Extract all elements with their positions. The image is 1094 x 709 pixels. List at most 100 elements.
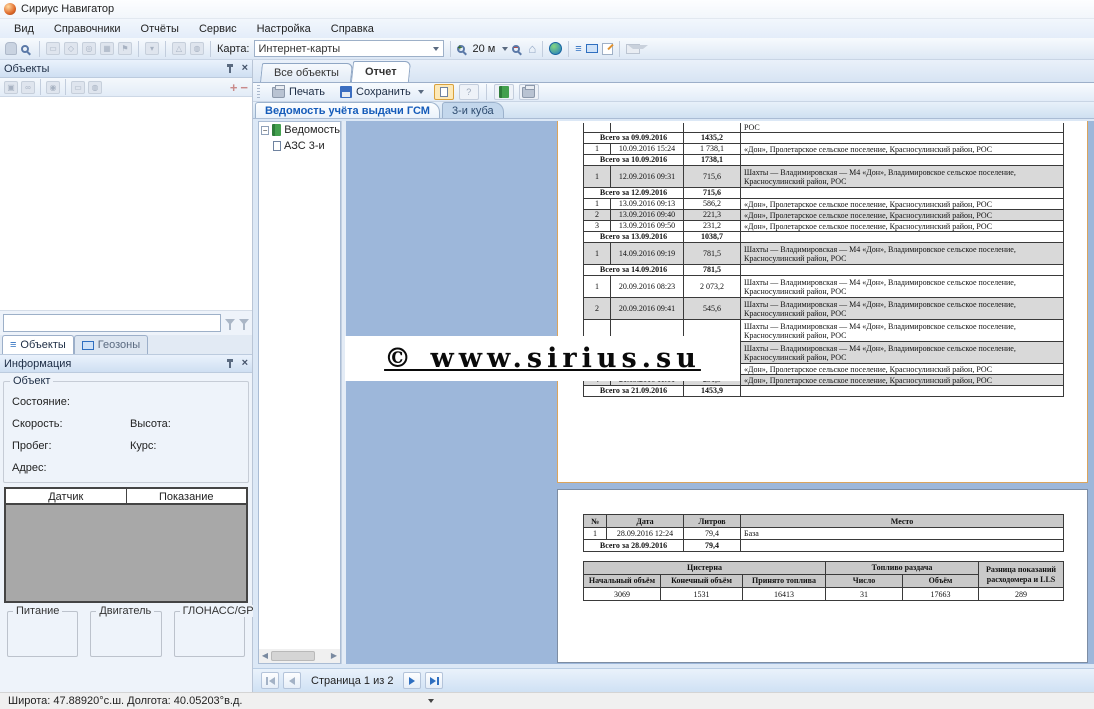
globe-search-icon[interactable]: ◉ xyxy=(46,81,60,94)
scroll-thumb[interactable] xyxy=(271,651,315,661)
cell: 781,5 xyxy=(684,265,741,276)
measure-icon[interactable]: △ xyxy=(172,42,186,55)
geozone-icon[interactable] xyxy=(586,44,598,53)
toolbar-separator xyxy=(40,79,41,95)
tree-item-vedomost[interactable]: − Ведомость xyxy=(259,122,340,138)
mail-icon[interactable] xyxy=(626,44,640,54)
cell: «Дон», Пролетарское сельское поселение, … xyxy=(741,364,1064,375)
menu-service[interactable]: Сервис xyxy=(189,21,247,37)
cell: 586,2 xyxy=(684,199,741,210)
toolbar-separator xyxy=(165,41,166,57)
menu-view[interactable]: Вид xyxy=(4,21,44,37)
objects-tabs: ≡ Объекты Геозоны xyxy=(0,335,252,355)
edit-note-icon[interactable] xyxy=(602,43,613,55)
cell xyxy=(741,386,1064,397)
zoom-out-icon[interactable] xyxy=(512,45,520,53)
print-preview-toggle[interactable] xyxy=(519,84,539,100)
cell: Шахты — Владимировская — М4 «Дон», Влади… xyxy=(741,276,1064,298)
total-row: Всего за 09.09.20161435,2 xyxy=(584,133,1064,144)
save-button[interactable]: Сохранить xyxy=(335,85,429,99)
summary-table: Цистерна Топливо раздача Разница показан… xyxy=(583,561,1064,601)
col-header: Принято топлива xyxy=(743,575,826,588)
select-route-icon[interactable]: ⚑ xyxy=(118,42,132,55)
watermark: © www.sirius.su xyxy=(345,336,740,381)
report-viewer[interactable]: РОСВсего за 09.09.20161435,2110.09.2016 … xyxy=(346,121,1094,664)
objects-filter-input[interactable] xyxy=(3,314,221,332)
cell: Шахты — Владимировская — М4 «Дон», Влади… xyxy=(741,298,1064,320)
map-scale-value[interactable]: 20 м xyxy=(473,43,496,55)
statusbar-dropdown-icon[interactable] xyxy=(428,699,434,703)
scroll-left-icon[interactable]: ◀ xyxy=(259,650,271,662)
map-provider-value: Интернет-карты xyxy=(259,43,341,55)
toolbar-separator xyxy=(486,84,487,100)
truck-icon[interactable]: ▭ xyxy=(71,81,85,94)
close-icon[interactable]: × xyxy=(242,63,248,74)
doc-tab-vedomost[interactable]: Ведомость учёта выдачи ГСМ xyxy=(255,102,440,118)
cell: 10.09.2016 15:24 xyxy=(611,144,684,155)
select-circle-icon[interactable]: ◎ xyxy=(82,42,96,55)
cell: 2 xyxy=(584,210,611,221)
tab-objects[interactable]: ≡ Объекты xyxy=(2,335,74,354)
menu-directories[interactable]: Справочники xyxy=(44,21,131,37)
report-tree-toggle[interactable] xyxy=(494,84,514,100)
help-toggle[interactable]: ? xyxy=(459,84,479,100)
doc-tab-vedomost-label: Ведомость учёта выдачи ГСМ xyxy=(265,105,430,117)
cell: 14.09.2016 09:19 xyxy=(611,243,684,265)
scale-dropdown-icon[interactable] xyxy=(502,47,508,51)
pan-tool-icon[interactable] xyxy=(5,42,17,55)
globe-icon[interactable] xyxy=(549,42,562,55)
cell xyxy=(741,188,1064,199)
book-icon xyxy=(272,124,281,136)
doc-tab-kuba[interactable]: 3-и куба xyxy=(442,102,504,118)
power-label: Питание xyxy=(13,605,62,617)
cell: 20.09.2016 09:41 xyxy=(611,298,684,320)
tab-all-objects[interactable]: Все объекты xyxy=(260,63,353,82)
objects-list[interactable] xyxy=(0,97,252,311)
add-object-icon[interactable]: + xyxy=(230,81,238,94)
pin-icon[interactable] xyxy=(226,64,234,73)
last-page-button[interactable] xyxy=(425,672,443,689)
print-button[interactable]: Печать xyxy=(267,85,330,99)
cell: «Дон», Пролетарское сельское поселение, … xyxy=(741,210,1064,221)
select-polygon-icon[interactable]: ◇ xyxy=(64,42,78,55)
link-icon[interactable]: ∞ xyxy=(21,81,35,94)
zoom-select-icon[interactable] xyxy=(21,45,29,53)
object-list-icon[interactable]: ≡ xyxy=(575,43,581,55)
cell xyxy=(741,265,1064,276)
watermark-text: © www.sirius.su xyxy=(384,343,701,374)
layers-dropdown-icon[interactable]: ▾ xyxy=(145,42,159,55)
first-page-button[interactable] xyxy=(261,672,279,689)
zoom-in-icon[interactable] xyxy=(457,45,465,53)
tree-hscrollbar[interactable]: ◀ ▶ xyxy=(259,649,340,663)
menu-help[interactable]: Справка xyxy=(321,21,384,37)
home-icon[interactable]: ⌂ xyxy=(528,42,536,55)
map-provider-select[interactable]: Интернет-карты xyxy=(254,40,444,57)
select-area-icon[interactable]: ▦ xyxy=(100,42,114,55)
globe-gray-icon[interactable]: ◍ xyxy=(88,81,102,94)
close-icon[interactable]: × xyxy=(242,358,248,369)
tab-geozones[interactable]: Геозоны xyxy=(74,335,148,354)
tree-collapse-icon[interactable]: − xyxy=(261,126,269,135)
add-vehicle-icon[interactable]: ▣ xyxy=(4,81,18,94)
tab-report[interactable]: Отчет xyxy=(351,61,411,82)
save-dropdown-icon xyxy=(418,90,424,94)
menu-settings[interactable]: Настройка xyxy=(247,21,321,37)
filter-clear-icon[interactable] xyxy=(239,319,249,325)
cell: 79,4 xyxy=(684,540,741,552)
sensor-table-body xyxy=(6,505,246,601)
tree-item-vedomost-label: Ведомость xyxy=(284,124,340,136)
report-page-1: РОСВсего за 09.09.20161435,2110.09.2016 … xyxy=(557,121,1088,483)
next-page-button[interactable] xyxy=(403,672,421,689)
address-label: Адрес: xyxy=(12,462,130,474)
stamp-icon[interactable]: ◍ xyxy=(190,42,204,55)
col-header: Начальный объём xyxy=(584,575,661,588)
select-rect-icon[interactable]: ▭ xyxy=(46,42,60,55)
scroll-right-icon[interactable]: ▶ xyxy=(328,650,340,662)
page-setup-toggle[interactable] xyxy=(434,84,454,100)
filter-icon[interactable] xyxy=(225,319,235,325)
menu-reports[interactable]: Отчёты xyxy=(131,21,189,37)
tree-item-azs[interactable]: АЗС 3-и xyxy=(259,138,340,154)
remove-object-icon[interactable]: − xyxy=(240,81,248,94)
prev-page-button[interactable] xyxy=(283,672,301,689)
pin-icon[interactable] xyxy=(226,359,234,368)
